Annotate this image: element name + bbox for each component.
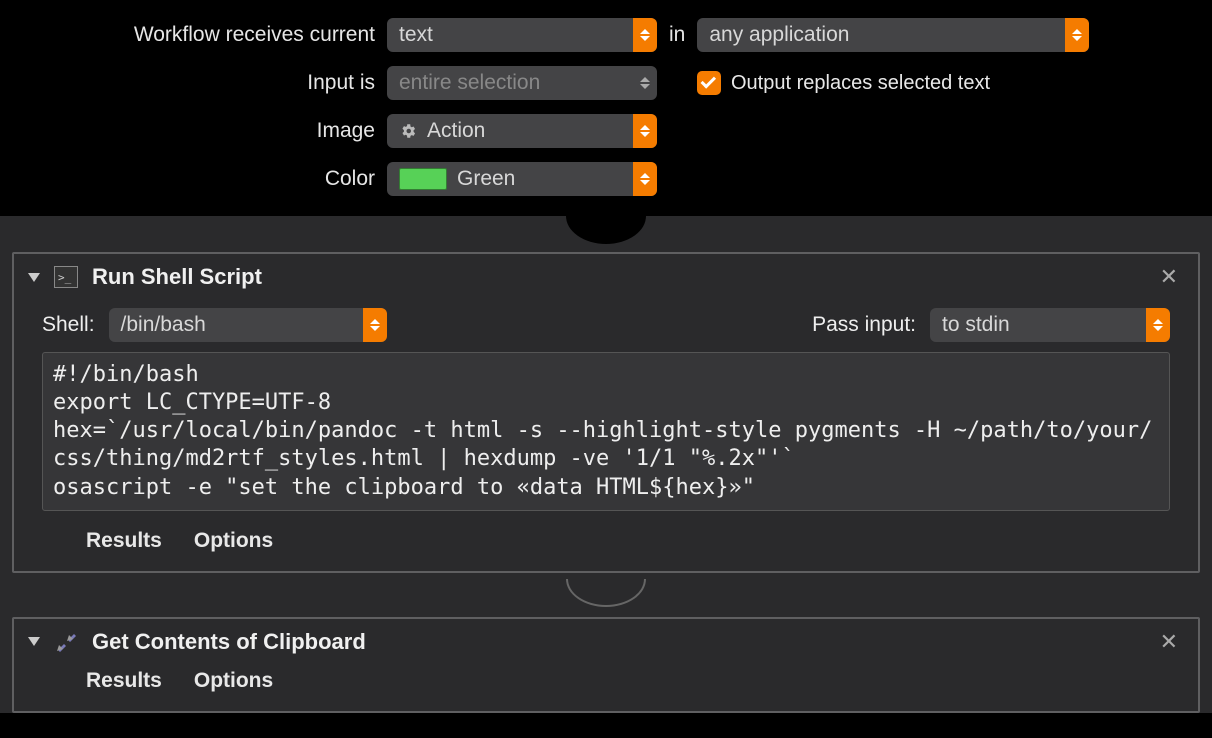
stepper-icon	[633, 18, 657, 52]
action-title: Run Shell Script	[92, 264, 1140, 290]
application-value: any application	[709, 23, 1065, 47]
color-label: Color	[20, 167, 375, 191]
row-workflow-receives: Workflow receives current text in any ap…	[0, 18, 1212, 52]
input-is-value: entire selection	[399, 71, 633, 95]
image-value: Action	[399, 119, 633, 143]
row-image: Image Action	[0, 114, 1212, 148]
checkbox-checked-icon	[697, 71, 721, 95]
color-value: Green	[399, 167, 633, 191]
stepper-icon	[633, 114, 657, 148]
stepper-icon	[1065, 18, 1089, 52]
output-replaces-checkbox[interactable]: Output replaces selected text	[697, 71, 990, 95]
application-select[interactable]: any application	[697, 18, 1089, 52]
stepper-icon	[363, 308, 387, 342]
row-input-is: Input is entire selection Output replace…	[0, 66, 1212, 100]
connector-between	[0, 581, 1212, 609]
action-footer: Results Options	[42, 665, 1170, 695]
pass-input-label: Pass input:	[812, 313, 916, 337]
disclosure-triangle-icon[interactable]	[28, 273, 40, 282]
action-body: Results Options	[14, 665, 1198, 711]
input-is-select[interactable]: entire selection	[387, 66, 657, 100]
color-swatch	[399, 168, 447, 190]
gear-icon	[399, 122, 417, 140]
shell-select[interactable]: /bin/bash	[109, 308, 387, 342]
image-label: Image	[20, 119, 375, 143]
clipboard-tools-icon	[54, 630, 78, 654]
connector-top	[0, 216, 1212, 244]
shell-config-row: Shell: /bin/bash Pass input: to stdin	[42, 308, 1170, 342]
stepper-icon	[633, 162, 657, 196]
close-icon[interactable]: ✕	[1154, 264, 1184, 290]
color-select[interactable]: Green	[387, 162, 657, 196]
output-replaces-label: Output replaces selected text	[731, 72, 990, 95]
action-run-shell-script: >_ Run Shell Script ✕ Shell: /bin/bash P…	[12, 252, 1200, 573]
action-body: Shell: /bin/bash Pass input: to stdin #!…	[14, 300, 1198, 571]
close-icon[interactable]: ✕	[1154, 629, 1184, 655]
results-tab[interactable]: Results	[86, 529, 162, 553]
action-title: Get Contents of Clipboard	[92, 629, 1140, 655]
disclosure-triangle-icon[interactable]	[28, 637, 40, 646]
input-type-select[interactable]: text	[387, 18, 657, 52]
workflow-receives-label: Workflow receives current	[20, 23, 375, 47]
stepper-icon	[633, 66, 657, 100]
terminal-icon: >_	[54, 265, 78, 289]
results-tab[interactable]: Results	[86, 669, 162, 693]
in-label: in	[669, 23, 685, 47]
pass-input-select[interactable]: to stdin	[930, 308, 1170, 342]
stepper-icon	[1146, 308, 1170, 342]
options-tab[interactable]: Options	[194, 669, 273, 693]
options-tab[interactable]: Options	[194, 529, 273, 553]
image-select[interactable]: Action	[387, 114, 657, 148]
pass-input-value: to stdin	[942, 313, 1146, 337]
action-footer: Results Options	[42, 511, 1170, 555]
action-header[interactable]: >_ Run Shell Script ✕	[14, 254, 1198, 300]
action-get-clipboard: Get Contents of Clipboard ✕ Results Opti…	[12, 617, 1200, 713]
row-color: Color Green	[0, 162, 1212, 196]
input-is-label: Input is	[20, 71, 375, 95]
action-header[interactable]: Get Contents of Clipboard ✕	[14, 619, 1198, 665]
workflow-actions-area: >_ Run Shell Script ✕ Shell: /bin/bash P…	[0, 216, 1212, 713]
workflow-settings-panel: Workflow receives current text in any ap…	[0, 0, 1212, 216]
script-textarea[interactable]: #!/bin/bash export LC_CTYPE=UTF-8 hex=`/…	[42, 352, 1170, 511]
input-type-value: text	[399, 23, 633, 47]
shell-value: /bin/bash	[121, 313, 363, 337]
shell-label: Shell:	[42, 313, 95, 337]
